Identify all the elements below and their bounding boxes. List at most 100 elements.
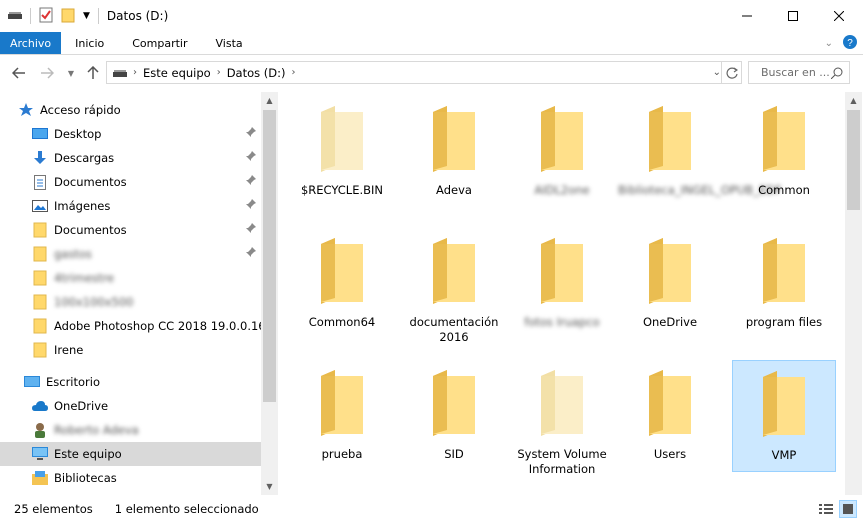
- folder-item[interactable]: AIDL2one: [510, 96, 614, 208]
- folder-item[interactable]: prueba: [290, 360, 394, 472]
- pin-icon[interactable]: [246, 247, 256, 260]
- file-list-scrollbar[interactable]: ▲: [845, 92, 862, 495]
- nav-item-label: gastos: [54, 247, 92, 261]
- folder-item[interactable]: fotos Iruapco: [510, 228, 614, 340]
- nav-item[interactable]: Documentos: [32, 170, 277, 194]
- scroll-up-icon[interactable]: ▲: [845, 92, 862, 109]
- up-arrow-icon: [87, 66, 99, 79]
- nav-user-folder[interactable]: Roberto Adeva: [32, 418, 277, 442]
- nav-escritorio-label: Escritorio: [46, 375, 101, 389]
- breadcrumb-chevron-icon: ›: [291, 67, 296, 78]
- help-icon[interactable]: ?: [843, 35, 857, 52]
- nav-item[interactable]: Irene: [32, 338, 277, 362]
- file-list-scroll-thumb[interactable]: [847, 110, 860, 210]
- expand-ribbon-icon[interactable]: ⌄: [825, 38, 833, 49]
- computer-icon: [32, 446, 48, 462]
- folder-icon: [527, 96, 597, 177]
- folder-icon: [749, 96, 819, 177]
- folder-icon: [307, 360, 377, 441]
- properties-icon[interactable]: [39, 7, 53, 26]
- nav-bibliotecas-label: Bibliotecas: [54, 471, 117, 485]
- folder-item[interactable]: Users: [618, 360, 722, 472]
- minimize-button[interactable]: [724, 0, 770, 32]
- breadcrumb-este-equipo[interactable]: Este equipo: [143, 66, 211, 80]
- folder-item[interactable]: OneDrive: [618, 228, 722, 340]
- pin-icon[interactable]: [246, 127, 256, 140]
- tab-compartir[interactable]: Compartir: [118, 32, 201, 54]
- folder-item[interactable]: Biblioteca_INGEL_OPUB_EDF: [618, 96, 782, 208]
- folder-icon: [749, 228, 819, 309]
- folder-name: program files: [745, 315, 823, 329]
- address-history-dropdown[interactable]: ⌄: [713, 62, 721, 83]
- nav-item[interactable]: Descargas: [32, 146, 277, 170]
- toolbar-divider: [97, 8, 99, 24]
- folder-icon: [32, 246, 48, 262]
- nav-onedrive[interactable]: OneDrive: [32, 394, 277, 418]
- nav-bibliotecas[interactable]: Bibliotecas: [32, 466, 277, 490]
- tab-archivo[interactable]: Archivo: [0, 32, 62, 54]
- nav-pane-scroll-thumb[interactable]: [263, 110, 276, 402]
- scroll-up-icon[interactable]: ▲: [261, 92, 278, 109]
- ribbon-tabs: Archivo Inicio Compartir Vista ⌄ ?: [0, 32, 863, 55]
- folder-item[interactable]: documentación 2016: [402, 228, 506, 344]
- folder-icon: [527, 360, 597, 441]
- minimize-icon: [742, 15, 752, 17]
- nav-item[interactable]: Imágenes: [32, 194, 277, 218]
- nav-item-label: 4trimestre: [54, 271, 115, 285]
- nav-este-equipo[interactable]: Este equipo: [0, 442, 261, 466]
- nav-quick-access[interactable]: Acceso rápido: [18, 98, 277, 122]
- refresh-button[interactable]: [721, 62, 741, 83]
- close-icon: [834, 11, 844, 21]
- scroll-down-icon[interactable]: ▼: [261, 478, 278, 495]
- pin-icon[interactable]: [246, 223, 256, 236]
- folder-item[interactable]: $RECYCLE.BIN: [290, 96, 394, 208]
- forward-button[interactable]: [36, 62, 58, 84]
- pin-icon[interactable]: [246, 199, 256, 212]
- nav-item-label: Documentos: [54, 223, 127, 237]
- recent-locations-button[interactable]: ▼: [60, 62, 82, 84]
- folder-item[interactable]: System Volume Information: [510, 360, 614, 476]
- nav-item[interactable]: 100x100x500: [32, 290, 277, 314]
- nav-item[interactable]: 4trimestre: [32, 266, 277, 290]
- nav-item[interactable]: Desktop: [32, 122, 277, 146]
- tab-vista[interactable]: Vista: [202, 32, 257, 54]
- breadcrumb-chevron-icon: ›: [133, 67, 137, 78]
- folder-item[interactable]: program files: [732, 228, 836, 340]
- tab-inicio[interactable]: Inicio: [61, 32, 118, 54]
- back-button[interactable]: [8, 62, 30, 84]
- nav-item[interactable]: Documentos: [32, 218, 277, 242]
- folder-icon: [32, 294, 48, 310]
- pin-icon[interactable]: [246, 151, 256, 164]
- folder-icon: [749, 361, 819, 442]
- large-icons-view-icon: [843, 504, 853, 514]
- drive-icon[interactable]: [8, 9, 22, 23]
- breadcrumb-datos[interactable]: Datos (D:): [227, 66, 286, 80]
- folder-item[interactable]: Common64: [290, 228, 394, 340]
- back-arrow-icon: [12, 67, 25, 79]
- up-button[interactable]: [82, 62, 104, 84]
- folder-item[interactable]: Common: [732, 96, 836, 208]
- customize-toolbar-icon[interactable]: ▼: [83, 11, 90, 21]
- drive-icon: [113, 69, 127, 77]
- folder-item[interactable]: Adeva: [402, 96, 506, 208]
- folder-item[interactable]: VMP: [732, 360, 836, 472]
- close-button[interactable]: [816, 0, 862, 32]
- nav-escritorio[interactable]: Escritorio: [24, 370, 277, 394]
- search-input[interactable]: Buscar en ...: [748, 61, 850, 84]
- pin-icon[interactable]: [246, 175, 256, 188]
- nav-este-equipo-label: Este equipo: [54, 447, 122, 461]
- nav-item[interactable]: Adobe Photoshop CC 2018 19.0.0.165 +: [32, 314, 277, 338]
- new-folder-icon[interactable]: [61, 7, 75, 26]
- nav-pane-scrollbar[interactable]: ▲ ▼: [261, 92, 278, 495]
- nav-item[interactable]: gastos: [32, 242, 277, 266]
- folder-name: prueba: [321, 447, 363, 461]
- folder-icon: [419, 96, 489, 177]
- details-view-button[interactable]: [817, 500, 835, 518]
- large-icons-view-button[interactable]: [839, 500, 857, 518]
- maximize-button[interactable]: [770, 0, 816, 32]
- folder-item[interactable]: SID: [402, 360, 506, 472]
- folder-icon: [32, 222, 48, 238]
- folder-name: System Volume Information: [517, 447, 607, 476]
- image-icon: [32, 198, 48, 214]
- address-bar[interactable]: › Este equipo › Datos (D:) › ⌄: [106, 61, 742, 84]
